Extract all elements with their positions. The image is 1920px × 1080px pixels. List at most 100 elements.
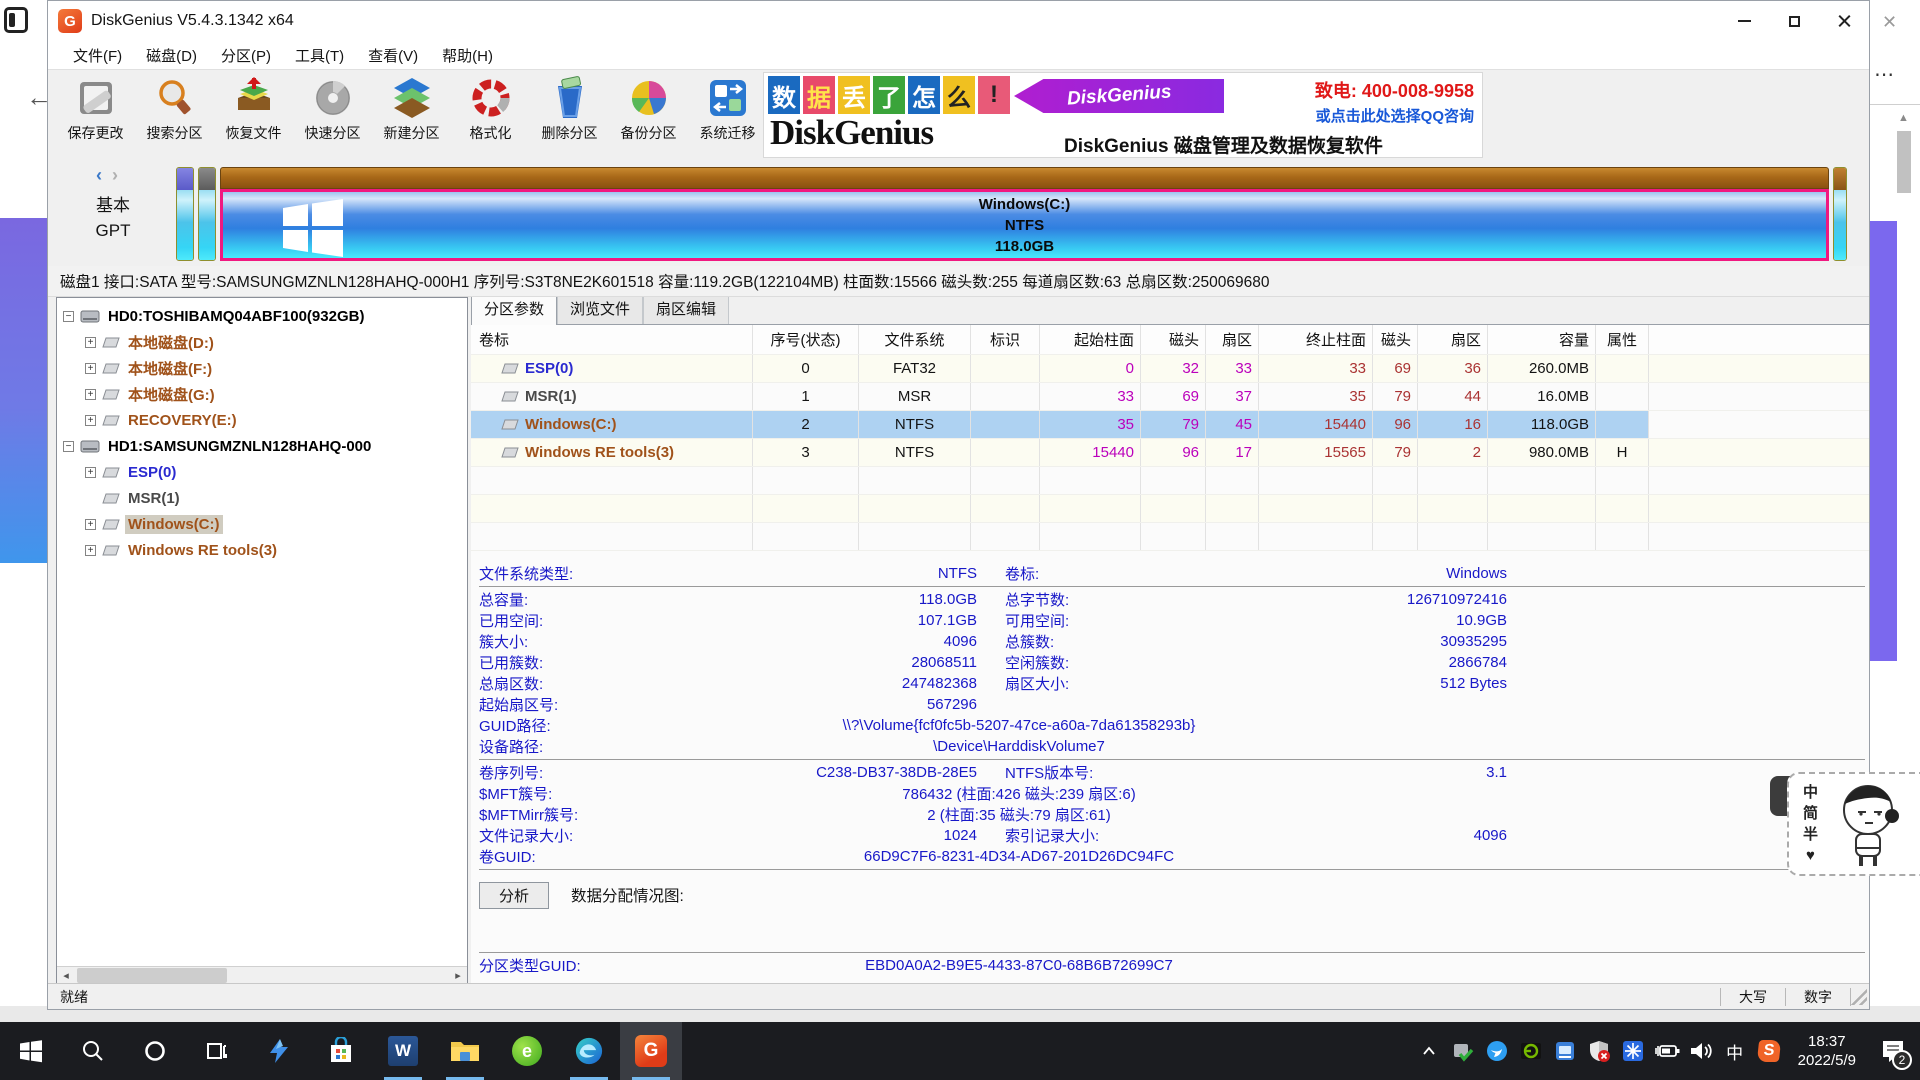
- tray-snowflake-icon[interactable]: [1618, 1022, 1648, 1080]
- col-attributes[interactable]: 属性: [1596, 325, 1649, 354]
- sogou-char[interactable]: 半: [1803, 824, 1818, 845]
- tray-update-icon[interactable]: [1448, 1022, 1478, 1080]
- expander-icon[interactable]: +: [85, 467, 96, 478]
- col-capacity[interactable]: 容量: [1488, 325, 1596, 354]
- taskbar-app-360browser[interactable]: e: [496, 1022, 558, 1080]
- scrollbar-thumb[interactable]: [77, 968, 227, 983]
- delete-partition-button[interactable]: 删除分区: [530, 70, 609, 156]
- background-app-icon[interactable]: [4, 7, 28, 33]
- taskbar-app-word[interactable]: W: [372, 1022, 434, 1080]
- tray-expand-button[interactable]: [1414, 1022, 1444, 1080]
- task-view-button[interactable]: [186, 1022, 248, 1080]
- expander-icon[interactable]: +: [85, 545, 96, 556]
- tree-item-msr[interactable]: MSR(1): [57, 485, 467, 511]
- col-start-sector[interactable]: 扇区: [1206, 325, 1259, 354]
- search-partition-button[interactable]: 搜索分区: [135, 70, 214, 156]
- menu-file[interactable]: 文件(F): [62, 42, 133, 69]
- maximize-button[interactable]: [1769, 1, 1819, 41]
- menu-tools[interactable]: 工具(T): [284, 42, 355, 69]
- search-button[interactable]: [62, 1022, 124, 1080]
- prev-disk-icon[interactable]: ‹: [96, 165, 102, 186]
- new-partition-button[interactable]: 新建分区: [372, 70, 451, 156]
- tray-intel-graphics-icon[interactable]: [1550, 1022, 1580, 1080]
- save-changes-button[interactable]: 保存更改: [56, 70, 135, 156]
- tab-partition-params[interactable]: 分区参数: [471, 297, 557, 325]
- menu-partition[interactable]: 分区(P): [210, 42, 282, 69]
- pinned-app-flash[interactable]: [248, 1022, 310, 1080]
- expander-icon[interactable]: +: [85, 519, 96, 530]
- partition-block-re-tools[interactable]: [1833, 167, 1847, 261]
- expander-icon[interactable]: −: [63, 311, 74, 322]
- tray-ime-indicator[interactable]: 中: [1720, 1022, 1750, 1080]
- tree-item-disk-d[interactable]: + 本地磁盘(D:): [57, 329, 467, 355]
- sogou-char[interactable]: 中: [1803, 782, 1818, 803]
- col-start-head[interactable]: 磁头: [1141, 325, 1206, 354]
- tree-item-disk-f[interactable]: + 本地磁盘(F:): [57, 355, 467, 381]
- menu-disk[interactable]: 磁盘(D): [135, 42, 208, 69]
- close-button[interactable]: [1819, 1, 1869, 41]
- more-options-icon[interactable]: ⋯: [1874, 62, 1896, 87]
- col-index-status[interactable]: 序号(状态): [753, 325, 859, 354]
- scroll-up-icon[interactable]: ▲: [1898, 112, 1909, 124]
- col-end-sector[interactable]: 扇区: [1418, 325, 1488, 354]
- backup-partition-button[interactable]: 备份分区: [609, 70, 688, 156]
- tab-sector-edit[interactable]: 扇区编辑: [643, 297, 729, 324]
- scrollbar-thumb[interactable]: [1897, 131, 1911, 193]
- minimize-button[interactable]: [1719, 1, 1769, 41]
- taskbar-app-edge[interactable]: [558, 1022, 620, 1080]
- format-button[interactable]: 格式化: [451, 70, 530, 156]
- col-start-cylinder[interactable]: 起始柱面: [1040, 325, 1141, 354]
- scrollbar-track[interactable]: [75, 967, 449, 984]
- col-tag[interactable]: 标识: [971, 325, 1040, 354]
- banner-qq-link[interactable]: 或点击此处选择QQ咨询: [1315, 105, 1474, 126]
- recover-files-button[interactable]: 恢复文件: [214, 70, 293, 156]
- taskbar-app-diskgenius[interactable]: G: [620, 1022, 682, 1080]
- cortana-button[interactable]: [124, 1022, 186, 1080]
- start-button[interactable]: [0, 1022, 62, 1080]
- resize-grip[interactable]: [1851, 989, 1867, 1005]
- titlebar[interactable]: G DiskGenius V5.4.3.1342 x64: [48, 1, 1869, 41]
- table-row-windows-c[interactable]: Windows(C:) 2 NTFS 35 79 45 15440 96 16 …: [471, 411, 1869, 439]
- expander-icon[interactable]: −: [63, 441, 74, 452]
- menu-help[interactable]: 帮助(H): [431, 42, 504, 69]
- tree-item-disk-g[interactable]: + 本地磁盘(G:): [57, 381, 467, 407]
- quick-partition-button[interactable]: 快速分区: [293, 70, 372, 156]
- tree-item-esp[interactable]: + ESP(0): [57, 459, 467, 485]
- taskbar-app-explorer[interactable]: [434, 1022, 496, 1080]
- taskbar-clock[interactable]: 18:37 2022/5/9: [1788, 1032, 1866, 1070]
- sogou-char[interactable]: 简: [1803, 803, 1818, 824]
- col-end-cylinder[interactable]: 终止柱面: [1259, 325, 1373, 354]
- notification-center-button[interactable]: 2: [1870, 1022, 1916, 1080]
- tray-sogou-icon[interactable]: S: [1754, 1022, 1784, 1080]
- background-close-icon[interactable]: ✕: [1882, 12, 1897, 33]
- ad-banner[interactable]: 数 据 丢 了 怎 么 ! DiskGenius DiskGenius 致电: …: [763, 72, 1483, 158]
- partition-block-windows[interactable]: Windows(C:) NTFS 118.0GB: [220, 167, 1829, 261]
- table-row-esp[interactable]: ESP(0) 0 FAT32 0 32 33 33 69 36 260.0MB: [471, 355, 1869, 383]
- tray-dingtalk-icon[interactable]: [1482, 1022, 1512, 1080]
- tree-item-hd1[interactable]: − HD1:SAMSUNGMZNLN128HAHQ-000: [57, 433, 467, 459]
- tree-horizontal-scrollbar[interactable]: ◂ ▸: [57, 966, 467, 983]
- tree-item-windows-c[interactable]: + Windows(C:): [57, 511, 467, 537]
- expander-icon[interactable]: +: [85, 337, 96, 348]
- analyze-button[interactable]: 分析: [479, 882, 549, 909]
- partition-block-esp[interactable]: [176, 167, 194, 261]
- col-end-head[interactable]: 磁头: [1373, 325, 1418, 354]
- tray-nvidia-icon[interactable]: [1516, 1022, 1546, 1080]
- pinned-app-store[interactable]: [310, 1022, 372, 1080]
- tree-item-windows-re[interactable]: + Windows RE tools(3): [57, 537, 467, 563]
- tray-defender-icon[interactable]: [1584, 1022, 1614, 1080]
- tray-volume-icon[interactable]: [1686, 1022, 1716, 1080]
- tree-item-recovery-e[interactable]: + RECOVERY(E:): [57, 407, 467, 433]
- table-row-windows-re[interactable]: Windows RE tools(3) 3 NTFS 15440 96 17 1…: [471, 439, 1869, 467]
- partition-block-msr[interactable]: [198, 167, 216, 261]
- next-disk-icon[interactable]: ›: [112, 165, 118, 186]
- scroll-right-icon[interactable]: ▸: [449, 967, 467, 984]
- expander-icon[interactable]: +: [85, 415, 96, 426]
- sogou-heart-icon[interactable]: ♥: [1803, 845, 1818, 866]
- scroll-left-icon[interactable]: ◂: [57, 967, 75, 984]
- table-row-msr[interactable]: MSR(1) 1 MSR 33 69 37 35 79 44 16.0MB: [471, 383, 1869, 411]
- tree-item-hd0[interactable]: − HD0:TOSHIBAMQ04ABF100(932GB): [57, 303, 467, 329]
- expander-icon[interactable]: +: [85, 389, 96, 400]
- tab-browse-files[interactable]: 浏览文件: [557, 297, 643, 324]
- tray-power-icon[interactable]: [1652, 1022, 1682, 1080]
